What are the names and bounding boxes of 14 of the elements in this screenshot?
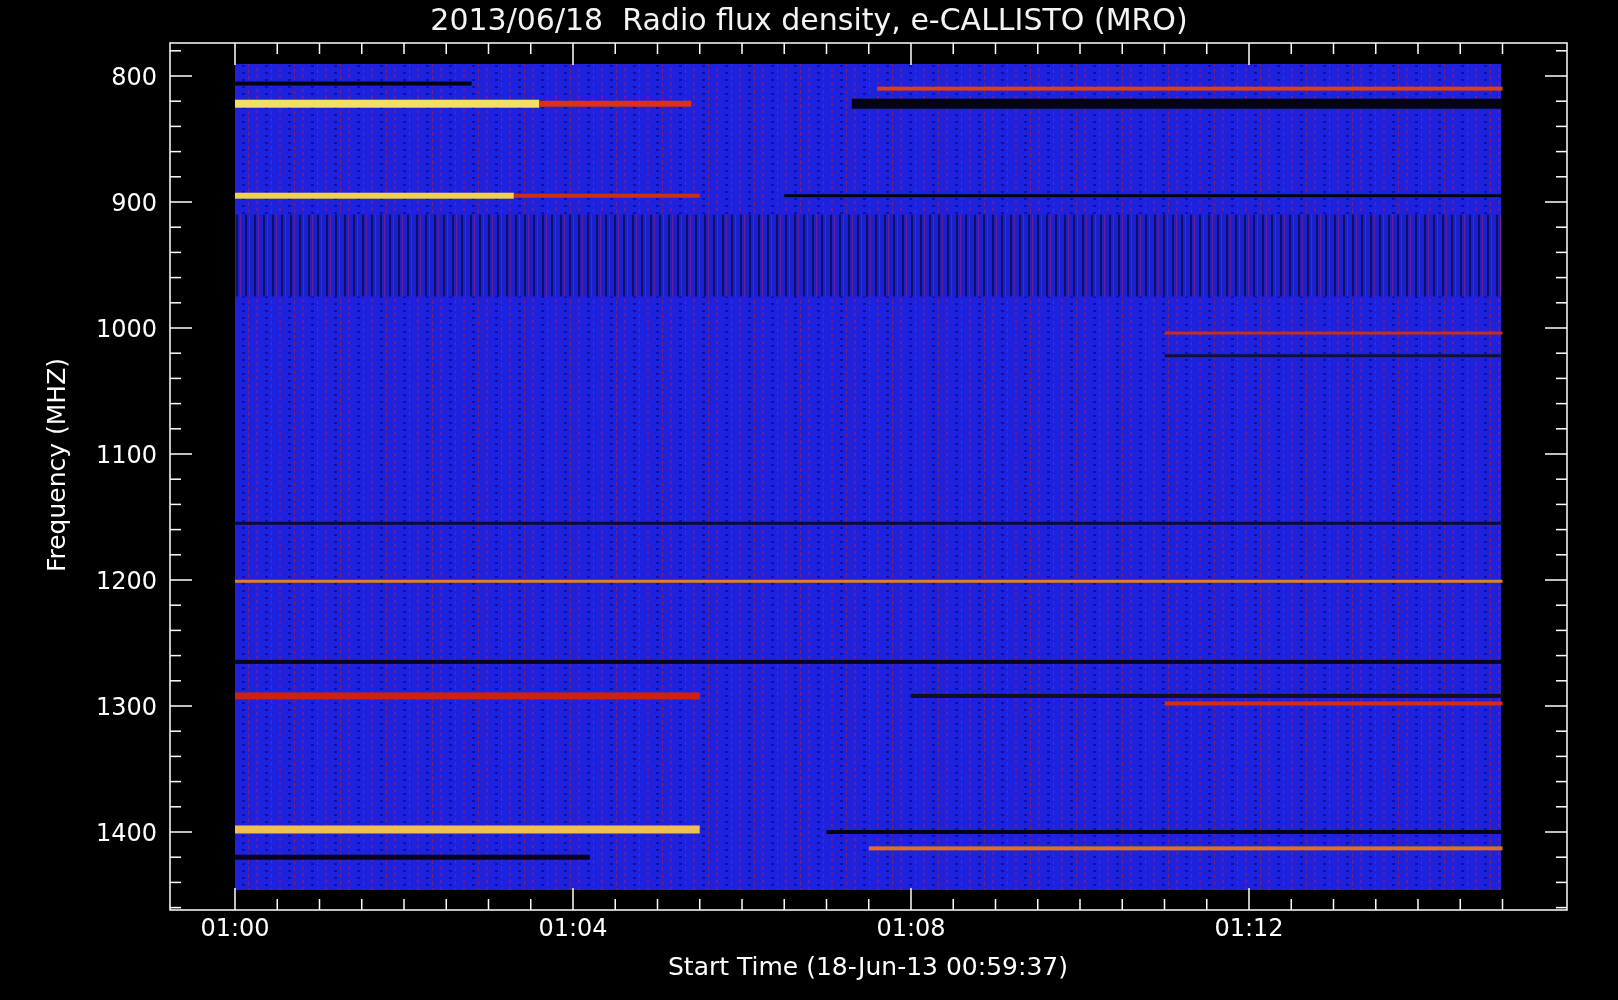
tick-label: 1000 [95, 315, 157, 343]
chart-title: 2013/06/18 Radio flux density, e-CALLISTO (MRO) [430, 5, 1188, 35]
tick-label: 1100 [95, 441, 157, 469]
tick-label: 1400 [95, 819, 157, 847]
tick-label: 01:04 [538, 914, 608, 942]
axis-label: Start Time (18-Jun-13 00:59:37) [668, 952, 1068, 981]
tick-label: 01:00 [200, 914, 270, 942]
axis-label: Frequency (MHZ) [42, 357, 71, 573]
tick-label: 1300 [95, 693, 157, 721]
tick-label: 1200 [95, 567, 157, 595]
tick-label: 01:12 [1214, 914, 1284, 942]
tick-label: 01:08 [876, 914, 946, 942]
tick-label: 900 [111, 189, 157, 217]
tick-label: 800 [111, 63, 157, 91]
